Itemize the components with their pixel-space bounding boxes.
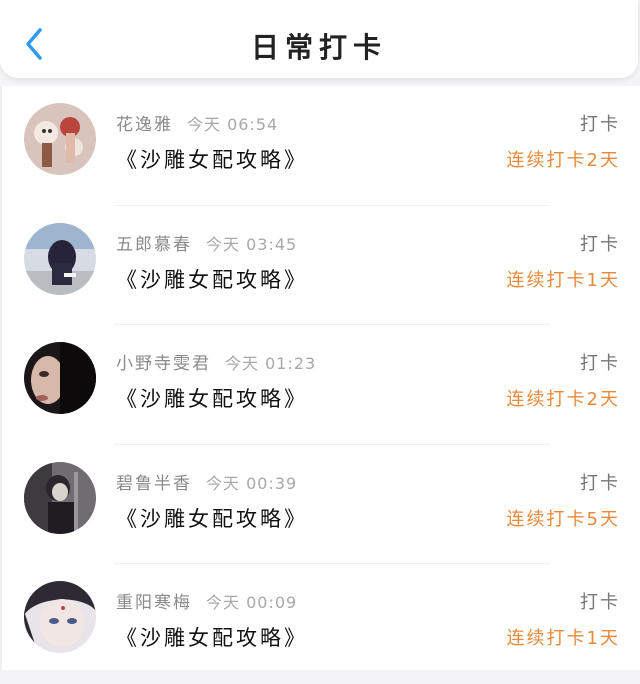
checkin-time: 今天 00:09: [206, 593, 298, 612]
checkin-time: 今天 00:39: [206, 473, 298, 493]
avatar-image: [24, 342, 96, 414]
avatar-image: [24, 461, 96, 534]
avatar[interactable]: [24, 342, 96, 414]
streak-label: 连续打卡2天: [506, 150, 620, 171]
user-name-text: 花逸雅: [116, 115, 173, 135]
checkin-time: 今天 01:23: [225, 354, 317, 373]
checkin-time: 今天 03:45: [206, 234, 298, 254]
user-name[interactable]: 重阳寒梅 今天 00:09: [116, 588, 297, 613]
book-title[interactable]: 《沙雕女配攻略》: [116, 503, 308, 533]
list-item[interactable]: 碧鲁半香 今天 00:39 《沙雕女配攻略》 打卡 连续打卡5天: [2, 445, 640, 564]
book-title[interactable]: 《沙雕女配攻略》: [116, 264, 308, 294]
streak-label: 连续打卡1天: [506, 628, 620, 649]
avatar[interactable]: [24, 222, 96, 295]
book-title[interactable]: 《沙雕女配攻略》: [116, 622, 308, 652]
avatar-image: [24, 581, 96, 653]
user-name[interactable]: 花逸雅 今天 06:54: [116, 110, 278, 135]
checkin-time: 今天 06:54: [187, 115, 279, 134]
user-name[interactable]: 五郎慕春 今天 03:45: [116, 230, 297, 255]
book-title[interactable]: 《沙雕女配攻略》: [116, 383, 308, 413]
checkin-label: 打卡: [580, 592, 620, 613]
user-name[interactable]: 碧鲁半香 今天 00:39: [116, 469, 297, 494]
page-title: 日常打卡: [250, 31, 387, 64]
checkin-label: 打卡: [580, 233, 620, 255]
avatar-image: [24, 222, 96, 295]
user-name-text: 碧鲁半香: [116, 473, 192, 494]
avatar[interactable]: [24, 103, 96, 175]
streak-label: 连续打卡5天: [506, 508, 620, 530]
checkin-label: 打卡: [580, 114, 620, 135]
avatar-image: [24, 103, 96, 175]
user-name-text: 重阳寒梅: [116, 593, 192, 613]
list-item[interactable]: 小野寺雯君 今天 01:23 《沙雕女配攻略》 打卡 连续打卡2天: [2, 325, 640, 445]
checkin-label: 打卡: [580, 472, 620, 494]
user-name-text: 五郎慕春: [116, 234, 192, 255]
user-name[interactable]: 小野寺雯君 今天 01:23: [116, 349, 316, 374]
list-item[interactable]: 花逸雅 今天 06:54 《沙雕女配攻略》 打卡 连续打卡2天: [2, 86, 640, 206]
list-item[interactable]: 重阳寒梅 今天 00:09 《沙雕女配攻略》 打卡 连续打卡1天: [2, 564, 640, 684]
avatar[interactable]: [24, 581, 96, 653]
user-name-text: 小野寺雯君: [116, 354, 211, 374]
checkin-label: 打卡: [580, 353, 620, 374]
checkin-list: 花逸雅 今天 06:54 《沙雕女配攻略》 打卡 连续打卡2天 五郎慕春 今天 03…: [0, 86, 640, 670]
avatar[interactable]: [24, 461, 96, 534]
streak-label: 连续打卡1天: [506, 269, 620, 291]
list-item[interactable]: 五郎慕春 今天 03:45 《沙雕女配攻略》 打卡 连续打卡1天: [2, 206, 640, 325]
app-header: 日常打卡: [0, 0, 638, 78]
book-title[interactable]: 《沙雕女配攻略》: [116, 144, 308, 174]
streak-label: 连续打卡2天: [506, 389, 620, 410]
